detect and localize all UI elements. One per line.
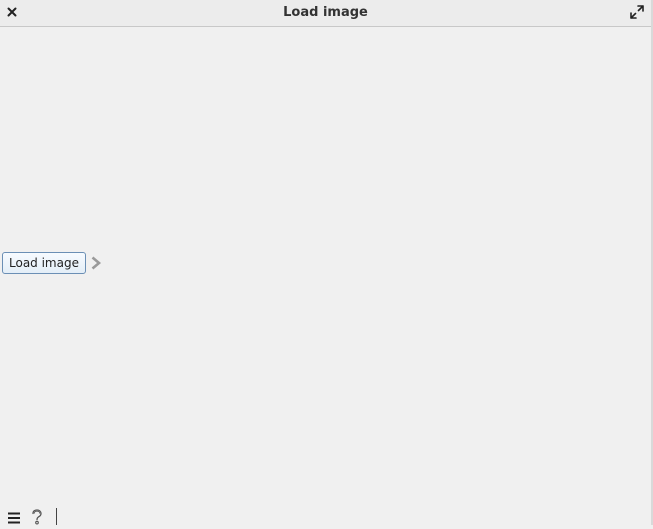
bottom-toolbar <box>0 505 651 525</box>
chevron-right-icon <box>90 256 102 270</box>
load-image-window: Load image Load image <box>0 0 653 525</box>
hamburger-menu-icon <box>8 512 20 524</box>
maximize-icon <box>630 5 644 19</box>
help-button[interactable] <box>30 509 44 525</box>
load-image-row: Load image <box>2 252 102 274</box>
window-title: Load image <box>283 5 368 20</box>
help-icon <box>32 509 42 525</box>
load-image-button[interactable]: Load image <box>2 252 86 274</box>
main-content: Load image <box>0 27 651 505</box>
title-bar: Load image <box>0 0 651 27</box>
menu-button[interactable] <box>7 510 21 524</box>
toolbar-separator <box>56 508 57 525</box>
maximize-button[interactable] <box>629 4 645 20</box>
